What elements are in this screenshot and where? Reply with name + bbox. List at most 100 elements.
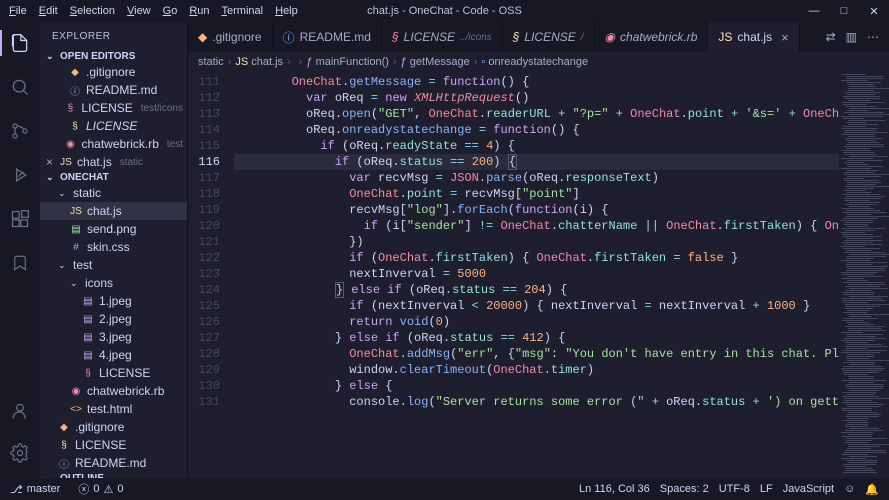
menubar: FileEditSelectionViewGoRunTerminalHelp	[4, 0, 303, 22]
file-icon: ▤	[70, 223, 82, 235]
activity-account[interactable]	[0, 396, 40, 426]
file-item[interactable]: ▤send.png	[40, 220, 187, 238]
status-encoding[interactable]: UTF-8	[715, 483, 754, 496]
chevron-down-icon: ⌄	[58, 260, 68, 271]
breadcrumb-item[interactable]: JS chat.js	[235, 56, 283, 68]
activity-extensions[interactable]	[0, 204, 40, 234]
file-icon: §	[513, 30, 520, 44]
file-item[interactable]: JSchat.js	[40, 202, 187, 220]
file-icon: §	[82, 367, 94, 379]
file-item[interactable]: §LICENSE	[40, 436, 187, 454]
menu-terminal[interactable]: Terminal	[217, 5, 269, 17]
folder-item[interactable]: ⌄test	[40, 256, 187, 274]
breadcrumbs[interactable]: static›JS chat.js››ƒ mainFunction()›ƒ ge…	[188, 52, 889, 72]
activity-debug[interactable]	[0, 160, 40, 190]
bell-icon: 🔔	[865, 483, 879, 496]
open-editor-item[interactable]: ×JSchat.jsstatic	[40, 153, 187, 171]
compare-icon[interactable]: ⇄	[826, 30, 836, 44]
editor[interactable]: 1111121131141151161171181191201211221231…	[188, 72, 889, 478]
file-icon: ⓘ	[283, 29, 295, 46]
menu-view[interactable]: View	[122, 5, 156, 17]
status-eol[interactable]: LF	[756, 483, 777, 496]
status-bell[interactable]: 🔔	[861, 483, 883, 496]
more-icon[interactable]: ⋯	[867, 30, 879, 44]
file-icon: ◆	[58, 421, 70, 433]
status-language[interactable]: JavaScript	[779, 483, 838, 496]
breadcrumb-item[interactable]: ƒ getMessage	[401, 56, 470, 68]
tab[interactable]: ◆.gitignore	[188, 22, 273, 52]
maximize-icon[interactable]: □	[829, 0, 859, 22]
open-editor-item[interactable]: §LICENSE	[40, 117, 187, 135]
statusbar: ⎇master ⓧ0 ⚠0 Ln 116, Col 36 Spaces: 2 U…	[0, 478, 889, 500]
editor-area: ◆.gitignoreⓘREADME.md§LICENSE../icons§LI…	[188, 22, 889, 478]
activity-search[interactable]	[0, 72, 40, 102]
menu-run[interactable]: Run	[184, 5, 214, 17]
file-item[interactable]: ▤3.jpeg	[40, 328, 187, 346]
tab[interactable]: §LICENSE/	[503, 22, 595, 52]
branch-icon: ⎇	[10, 483, 23, 496]
section-outline[interactable]: ›OUTLINE	[40, 472, 187, 478]
status-problems[interactable]: ⓧ0 ⚠0	[74, 481, 127, 497]
window-title: chat.js - OneChat - Code - OSS	[367, 5, 522, 17]
file-icon: ▤	[82, 331, 94, 343]
file-icon: <>	[70, 403, 82, 415]
status-position[interactable]: Ln 116, Col 36	[575, 483, 654, 496]
feedback-icon: ☺	[844, 483, 855, 495]
file-item[interactable]: §LICENSE	[40, 364, 187, 382]
open-editor-item[interactable]: ◉chatwebrick.rbtest	[40, 135, 187, 153]
sidebar-title: EXPLORER	[40, 22, 187, 50]
section-open-editors[interactable]: ⌄OPEN EDITORS	[40, 50, 187, 63]
menu-help[interactable]: Help	[270, 5, 303, 17]
breadcrumb-item[interactable]: ▫ onreadystatechange	[481, 56, 588, 68]
activity-bookmark[interactable]	[0, 248, 40, 278]
file-item[interactable]: #skin.css	[40, 238, 187, 256]
file-item[interactable]: ◉chatwebrick.rb	[40, 382, 187, 400]
status-spaces[interactable]: Spaces: 2	[656, 483, 713, 496]
file-item[interactable]: ⓘREADME.md	[40, 454, 187, 472]
file-item[interactable]: ◆.gitignore	[40, 418, 187, 436]
file-icon: #	[70, 241, 82, 253]
activity-source-control[interactable]	[0, 116, 40, 146]
minimize-icon[interactable]: —	[799, 0, 829, 22]
error-icon: ⓧ	[78, 481, 89, 497]
folder-item[interactable]: ⌄static	[40, 184, 187, 202]
status-branch[interactable]: ⎇master	[6, 483, 64, 496]
split-icon[interactable]: ▥	[846, 30, 857, 44]
line-numbers: 1111121131141151161171181191201211221231…	[188, 72, 234, 478]
file-item[interactable]: <>test.html	[40, 400, 187, 418]
file-icon: ⓘ	[69, 84, 81, 96]
file-item[interactable]: ▤4.jpeg	[40, 346, 187, 364]
breadcrumb-item[interactable]: ƒ mainFunction()	[306, 56, 389, 68]
activity-settings[interactable]	[0, 438, 40, 468]
tab[interactable]: ⓘREADME.md	[273, 22, 382, 52]
file-icon: JS	[718, 30, 732, 44]
chevron-down-icon: ⌄	[58, 188, 68, 199]
open-editor-item[interactable]: ◆.gitignore	[40, 63, 187, 81]
file-icon: ◉	[65, 138, 77, 150]
open-editor-item[interactable]: ⓘREADME.md	[40, 81, 187, 99]
window-controls: — □ ✕	[799, 0, 889, 22]
menu-go[interactable]: Go	[158, 5, 183, 17]
titlebar: FileEditSelectionViewGoRunTerminalHelp c…	[0, 0, 889, 22]
close-icon[interactable]: ✕	[859, 0, 889, 22]
sidebar: EXPLORER ⌄OPEN EDITORS ◆.gitignoreⓘREADM…	[40, 22, 188, 478]
menu-file[interactable]: File	[4, 5, 32, 17]
file-tree: ⌄OPEN EDITORS ◆.gitignoreⓘREADME.md§LICE…	[40, 50, 187, 478]
section-workspace[interactable]: ⌄ONECHAT	[40, 171, 187, 184]
activity-explorer[interactable]	[0, 28, 40, 58]
status-feedback[interactable]: ☺	[840, 483, 859, 496]
tab-close-icon[interactable]: ×	[781, 30, 789, 45]
code-content[interactable]: OneChat.getMessage = function() { var oR…	[234, 72, 839, 478]
folder-item[interactable]: ⌄icons	[40, 274, 187, 292]
file-item[interactable]: ▤1.jpeg	[40, 292, 187, 310]
menu-edit[interactable]: Edit	[34, 5, 63, 17]
tab[interactable]: §LICENSE../icons	[382, 22, 503, 52]
file-icon: ◆	[198, 30, 207, 44]
file-item[interactable]: ▤2.jpeg	[40, 310, 187, 328]
tab[interactable]: ◉chatwebrick.rb	[595, 22, 709, 52]
menu-selection[interactable]: Selection	[65, 5, 120, 17]
minimap[interactable]	[839, 72, 889, 478]
breadcrumb-item[interactable]: static	[198, 56, 224, 68]
open-editor-item[interactable]: §LICENSEtest/icons	[40, 99, 187, 117]
tab[interactable]: JSchat.js×	[708, 22, 799, 52]
